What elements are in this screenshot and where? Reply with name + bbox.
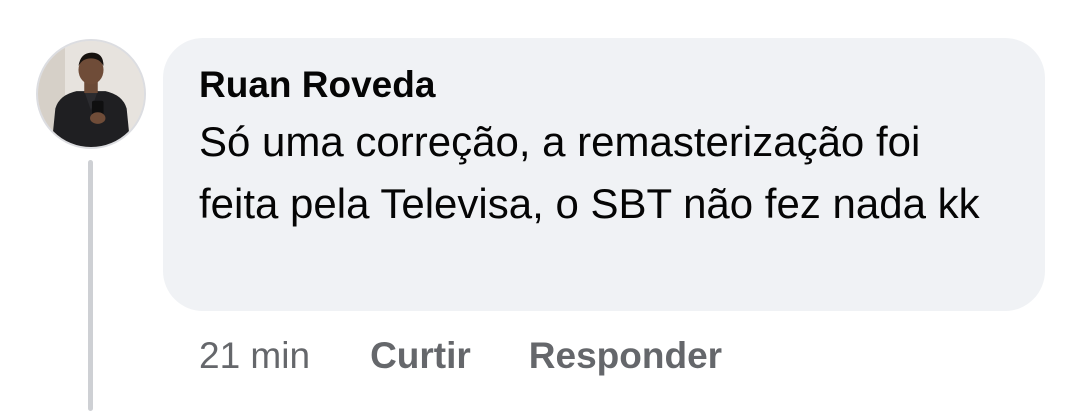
avatar-photo xyxy=(38,41,144,147)
reply-button[interactable]: Responder xyxy=(529,335,722,377)
comment-timestamp[interactable]: 21 min xyxy=(199,335,310,377)
thread-line xyxy=(88,160,93,411)
comment: Ruan Roveda Só uma correção, a remasteri… xyxy=(0,0,1080,411)
comment-text: Só uma correção, a remasterização foi fe… xyxy=(199,118,980,227)
like-button[interactable]: Curtir xyxy=(370,335,471,377)
comment-author[interactable]: Ruan Roveda xyxy=(199,63,1015,107)
avatar[interactable] xyxy=(36,39,146,149)
comment-actions: 21 min Curtir Responder xyxy=(199,333,780,379)
comment-bubble: Ruan Roveda Só uma correção, a remasteri… xyxy=(163,38,1045,311)
